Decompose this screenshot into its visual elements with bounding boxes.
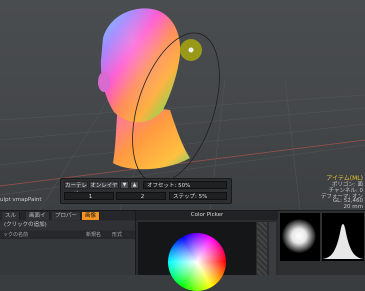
brush-falloff-blob — [282, 219, 316, 253]
value-1-field[interactable]: 1 — [64, 192, 114, 200]
brush-tool-panel: カーテレメ オンレイヤー ▼ ▲ オフセット: 50% 1 2 ステップ: 5% — [60, 178, 232, 204]
column-new-name[interactable]: 新規名 — [86, 231, 101, 239]
picker-scrollbar[interactable] — [269, 222, 276, 275]
step-field[interactable]: ステップ: 5% — [169, 192, 227, 200]
offset-field[interactable]: オフセット: 50% — [143, 181, 227, 189]
value-2-field[interactable]: 2 — [116, 192, 166, 200]
3d-viewport[interactable]: アイテム(ML) ポリゴン: 面 チャンネル: 0 デフォーマ: オン GL: … — [0, 0, 365, 210]
column-format[interactable]: 形式 — [112, 231, 122, 239]
brush-preview-panel — [278, 211, 365, 275]
tab-3[interactable]: プロパー — [52, 212, 82, 220]
arrow-down-button[interactable]: ▼ — [120, 181, 129, 189]
tab-1[interactable]: スル — [2, 212, 21, 220]
tab-2[interactable]: 画面イ — [26, 212, 50, 220]
panel-tabbar: スル 画面イ プロパー 画像 — [0, 211, 135, 220]
layer-list-header: ックの名前 新規名 形式 — [0, 231, 135, 239]
column-name[interactable]: ックの名前 — [3, 231, 28, 239]
color-picker-title: Color Picker — [136, 211, 278, 220]
sculpt-ear — [98, 72, 110, 92]
brush-falloff-curve[interactable] — [322, 213, 364, 261]
mode-right-button[interactable]: オンレイヤー — [89, 181, 119, 197]
arrow-up-button[interactable]: ▲ — [130, 181, 139, 189]
sculpt-layer-label: ulpt vmapPaint — [0, 197, 42, 203]
color-picker-panel: Color Picker — [135, 211, 278, 291]
triangle-up-icon: ▲ — [132, 182, 137, 188]
color-swatch-strip[interactable] — [257, 222, 267, 275]
brush-tip-preview — [280, 213, 320, 261]
layer-list[interactable] — [0, 239, 135, 275]
mode-left-button[interactable]: カーテレメ — [64, 181, 88, 197]
color-picker-area[interactable] — [138, 222, 256, 291]
falloff-curve-graph — [322, 224, 364, 259]
color-wheel[interactable] — [168, 233, 226, 291]
bottom-panels: スル 画面イ プロパー 画像 (クリックの追加) ックの名前 新規名 形式 Co… — [0, 210, 365, 291]
tab-images[interactable]: 画像 — [82, 212, 101, 220]
triangle-down-icon: ▼ — [122, 182, 127, 188]
layer-filter-field[interactable]: (クリックの追加) — [0, 221, 135, 230]
